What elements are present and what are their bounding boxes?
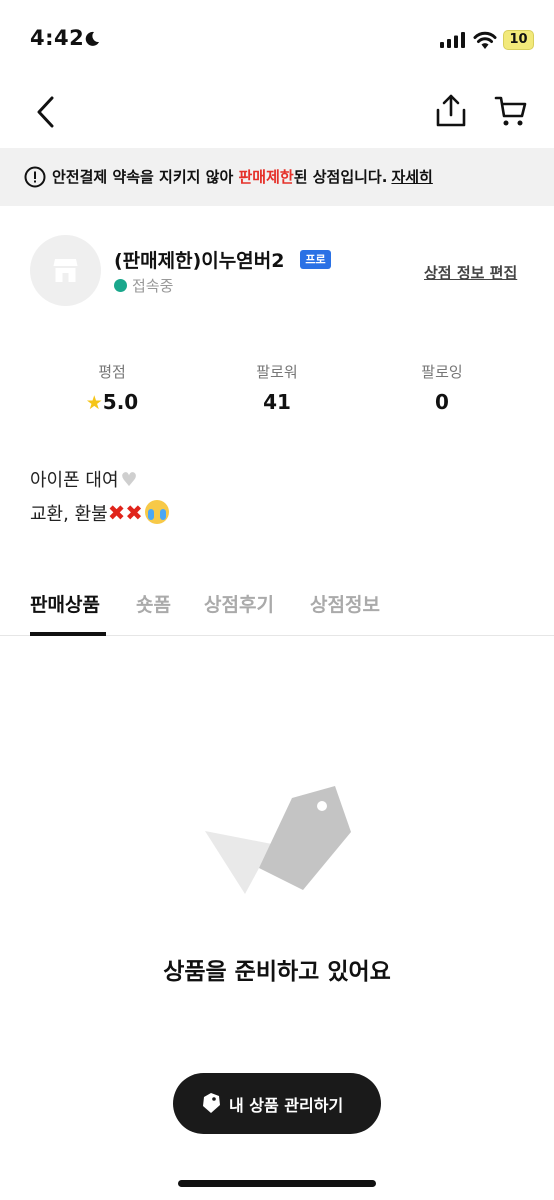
intro-line: 아이폰 대여 ♥ xyxy=(30,464,169,497)
shop-stats: 평점 ★5.0 팔로워 41 팔로잉 0 xyxy=(0,360,554,420)
intro-line-2: 교환, 환불 xyxy=(30,504,108,525)
restriction-notice: 안전결제 약속을 지키지 않아 판매제한된 상점입니다. 자세히 xyxy=(0,148,554,206)
online-status-dot xyxy=(114,279,127,292)
stat-value: 0 xyxy=(435,390,449,414)
stat-value: ★5.0 xyxy=(52,390,172,414)
tab-reviews[interactable]: 상점후기 xyxy=(204,590,274,617)
crying-face-icon xyxy=(144,500,169,524)
notice-text: 안전결제 약속을 지키지 않아 판매제한된 상점입니다. 자세히 xyxy=(52,166,433,187)
alert-circle-icon xyxy=(24,166,46,188)
stat-followers[interactable]: 팔로워 41 xyxy=(217,360,337,414)
stat-label: 팔로워 xyxy=(256,363,298,381)
tab-shop-info[interactable]: 상점정보 xyxy=(310,590,380,617)
tab-shortform[interactable]: 숏폼 xyxy=(136,590,171,617)
share-icon[interactable] xyxy=(434,93,468,129)
chevron-left-icon[interactable] xyxy=(30,92,62,132)
edit-shop-info-link[interactable]: 상점 정보 편집 xyxy=(424,262,517,283)
rating-value: 5.0 xyxy=(102,390,139,414)
notice-suffix: 된 상점입니다. xyxy=(293,168,388,186)
stat-following[interactable]: 팔로잉 0 xyxy=(382,360,502,414)
notice-prefix: 안전결제 약속을 지키지 않아 xyxy=(52,168,239,186)
signal-icon xyxy=(440,32,465,48)
notice-details-link[interactable]: 자세히 xyxy=(391,168,432,186)
tab-products[interactable]: 판매상품 xyxy=(30,590,100,617)
stat-label: 팔로잉 xyxy=(421,363,463,381)
notice-highlight: 판매제한 xyxy=(238,168,294,186)
stat-label: 평점 xyxy=(98,363,126,381)
nav-bar xyxy=(0,80,554,146)
store-icon xyxy=(53,259,78,282)
manage-products-label: 내 상품 관리하기 xyxy=(229,1096,344,1115)
cross-mark-icon: ✖✖ xyxy=(107,501,143,525)
battery-indicator: 10 xyxy=(503,30,534,50)
stat-rating[interactable]: 평점 ★5.0 xyxy=(52,360,172,414)
status-bar: 4:42 10 xyxy=(0,0,554,80)
moon-icon xyxy=(85,31,99,46)
cart-icon[interactable] xyxy=(494,94,528,128)
pro-badge: 프로 xyxy=(300,250,331,269)
home-indicator xyxy=(178,1180,376,1187)
shop-name: (판매제한)이누엳버2 xyxy=(114,250,285,272)
shop-profile: (판매제한)이누엳버2 프로 접속중 상점 정보 편집 xyxy=(0,206,554,346)
intro-line-1: 아이폰 대여 xyxy=(30,470,119,491)
avatar[interactable] xyxy=(30,235,101,306)
shop-tabs: 판매상품 숏폼 상점후기 상점정보 xyxy=(0,580,554,636)
shop-intro: 아이폰 대여 ♥ 교환, 환불✖✖ xyxy=(30,464,169,531)
battery-level: 10 xyxy=(509,32,528,47)
tag-icon xyxy=(203,1093,220,1113)
stat-value: 41 xyxy=(263,390,291,414)
empty-message: 상품을 준비하고 있어요 xyxy=(163,959,391,985)
white-heart-icon: ♥ xyxy=(120,469,138,491)
manage-products-button[interactable]: 내 상품 관리하기 xyxy=(173,1073,381,1134)
star-icon: ★ xyxy=(85,392,103,414)
empty-tag-illustration xyxy=(205,786,351,894)
online-status: 접속중 xyxy=(132,277,174,295)
empty-state: 상품을 준비하고 있어요 xyxy=(0,636,554,1056)
intro-line: 교환, 환불✖✖ xyxy=(30,497,169,531)
status-time: 4:42 xyxy=(30,26,85,50)
wifi-icon xyxy=(473,31,497,49)
